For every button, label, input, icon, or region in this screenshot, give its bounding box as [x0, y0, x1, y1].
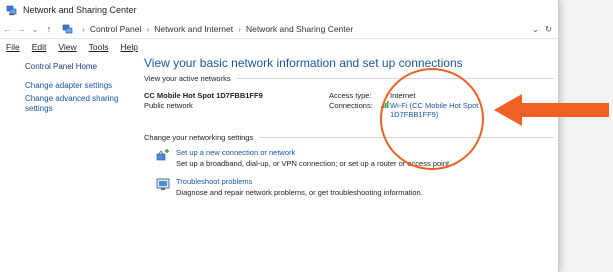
setting-new-connection: Set up a new connection or network Set u… [144, 148, 554, 168]
network-center-icon [6, 5, 17, 16]
breadcrumb-separator: › [146, 24, 150, 34]
active-networks-header: View your active networks [144, 74, 554, 83]
page-title: View your basic network information and … [144, 56, 463, 70]
breadcrumb: › Control Panel › Network and Internet ›… [62, 24, 532, 35]
breadcrumb-separator: › [238, 24, 241, 34]
forward-button[interactable]: → [14, 24, 28, 34]
divider [236, 78, 554, 79]
breadcrumb-network-internet[interactable]: Network and Internet [154, 24, 233, 34]
change-advanced-sharing-link[interactable]: Change advanced sharing settings [25, 94, 125, 114]
connections-label: Connections: [329, 101, 373, 110]
address-dropdown-button[interactable]: ⌄ [532, 24, 539, 35]
active-networks-label: View your active networks [144, 74, 231, 83]
title-bar: Network and Sharing Center [0, 0, 558, 20]
setting-troubleshoot: Troubleshoot problems Diagnose and repai… [144, 177, 554, 197]
window-title: Network and Sharing Center [23, 5, 137, 15]
access-type-label: Access type: [329, 91, 372, 100]
menu-help[interactable]: Help [120, 42, 137, 52]
setup-connection-description: Set up a broadband, dial-up, or VPN conn… [176, 159, 452, 168]
change-adapter-settings-link[interactable]: Change adapter settings [25, 81, 125, 91]
breadcrumb-network-sharing[interactable]: Network and Sharing Center [246, 24, 353, 34]
sidebar: Control Panel Home Change adapter settin… [25, 62, 125, 117]
main-content: View your basic network information and … [144, 56, 554, 206]
menu-edit[interactable]: Edit [32, 42, 47, 52]
active-network: CC Mobile Hot Spot 1D7FBB1FF9 Public net… [144, 87, 554, 133]
network-name: CC Mobile Hot Spot 1D7FBB1FF9 [144, 91, 263, 100]
recent-locations-button[interactable]: ⌄ [28, 24, 42, 35]
troubleshoot-icon [156, 178, 170, 191]
new-connection-icon [156, 149, 170, 162]
menu-bar: File Edit View Tools Help [0, 39, 558, 55]
network-type-link[interactable]: Public network [144, 101, 193, 110]
change-settings-label: Change your networking settings [144, 133, 254, 142]
annotation-arrow-icon [494, 94, 609, 126]
back-button[interactable]: ← [0, 24, 14, 34]
breadcrumb-control-panel[interactable]: Control Panel [90, 24, 142, 34]
breadcrumb-separator: › [82, 24, 85, 34]
menu-tools[interactable]: Tools [89, 42, 109, 52]
setup-connection-link[interactable]: Set up a new connection or network [176, 148, 554, 157]
annotation-circle [380, 68, 484, 170]
control-panel-home-link[interactable]: Control Panel Home [25, 62, 125, 71]
troubleshoot-link[interactable]: Troubleshoot problems [176, 177, 554, 186]
menu-view[interactable]: View [58, 42, 76, 52]
up-button[interactable]: ↑ [42, 24, 56, 34]
control-panel-icon [62, 24, 73, 35]
change-settings-header: Change your networking settings [144, 133, 554, 142]
troubleshoot-description: Diagnose and repair network problems, or… [176, 188, 423, 197]
menu-file[interactable]: File [6, 42, 20, 52]
address-bar: ← → ⌄ ↑ › Control Panel › Network and In… [0, 20, 558, 39]
refresh-button[interactable]: ↻ [545, 24, 552, 35]
